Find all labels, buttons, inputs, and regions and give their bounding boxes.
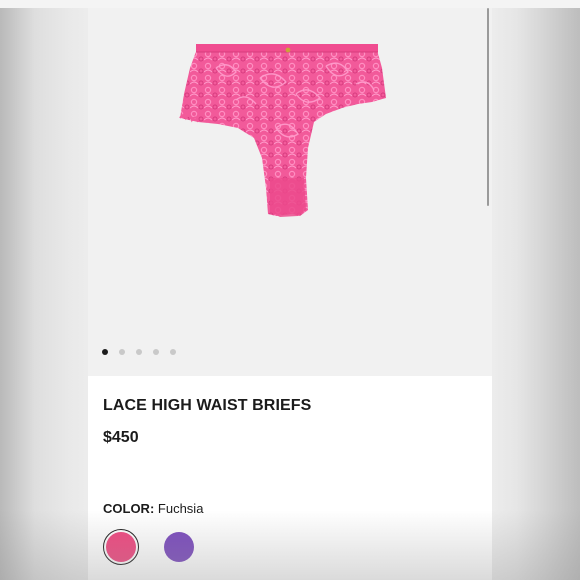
top-strip [0,0,580,8]
gallery-dot-2[interactable] [119,349,125,355]
gallery-dot-1[interactable] [102,349,108,355]
page-scrollbar[interactable] [487,8,489,206]
product-page: LACE HIGH WAIST BRIEFS $450 COLOR: Fuchs… [88,8,492,580]
bottom-shadow [0,510,580,580]
gallery-dot-3[interactable] [136,349,142,355]
product-image-gallery[interactable] [88,8,492,376]
gallery-pagination [102,349,176,355]
product-title: LACE HIGH WAIST BRIEFS [103,397,312,414]
gallery-dot-5[interactable] [170,349,176,355]
product-price: $450 [103,429,139,446]
gallery-dot-4[interactable] [153,349,159,355]
lace-briefs-product-image [179,44,386,217]
